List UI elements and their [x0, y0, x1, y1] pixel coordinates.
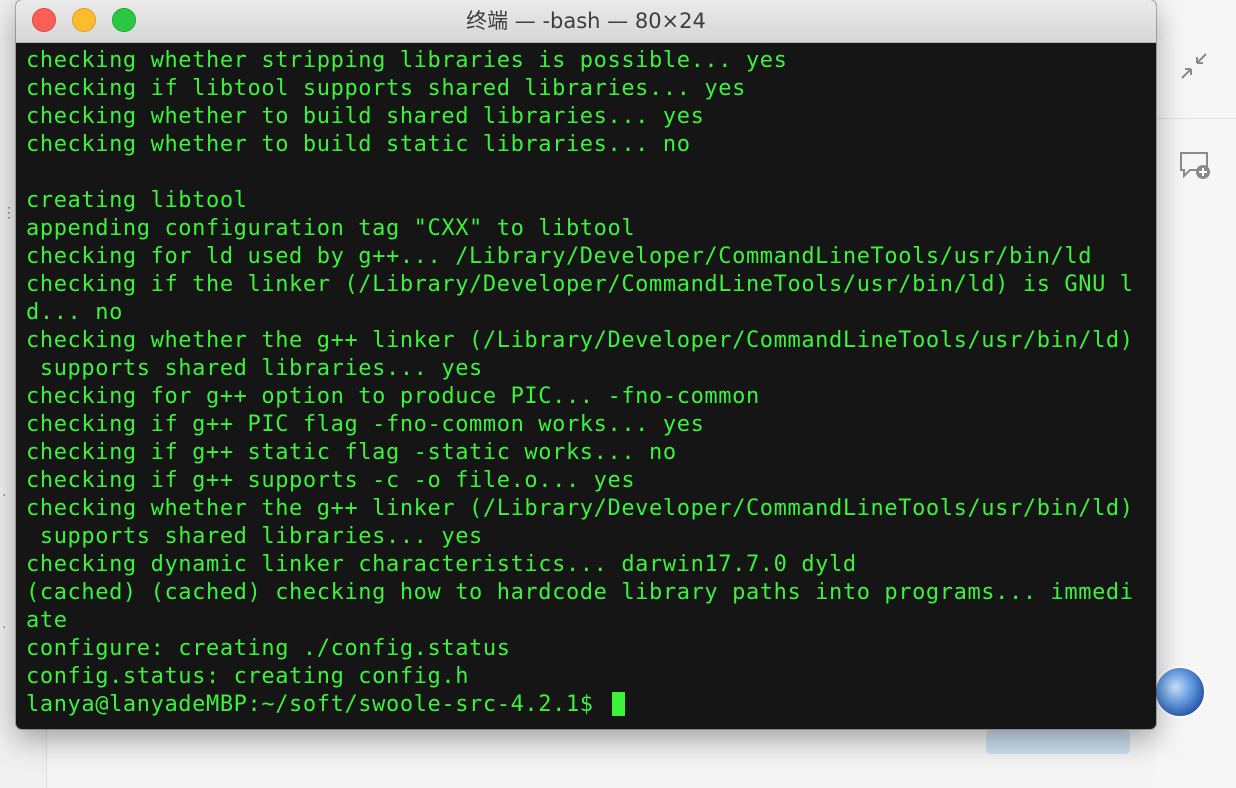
- background-button: [986, 730, 1130, 754]
- add-comment-icon[interactable]: [1178, 150, 1214, 187]
- more-dots-icon: ⋮: [2, 204, 16, 220]
- terminal-output[interactable]: checking whether stripping libraries is …: [16, 43, 1156, 719]
- shell-prompt: lanya@lanyadeMBP:~/soft/swoole-src-4.2.1…: [26, 692, 608, 717]
- window-titlebar[interactable]: 终端 — -bash — 80×24: [16, 0, 1156, 43]
- terminal-line: checking whether the g++ linker (/Librar…: [26, 328, 1134, 353]
- text-cursor: [611, 692, 625, 716]
- terminal-line: d... no: [26, 300, 123, 325]
- terminal-line: checking for g++ option to produce PIC..…: [26, 384, 760, 409]
- prompt-line[interactable]: lanya@lanyadeMBP:~/soft/swoole-src-4.2.1…: [26, 691, 1156, 719]
- terminal-line: checking if libtool supports shared libr…: [26, 76, 746, 101]
- terminal-line: (cached) (cached) checking how to hardco…: [26, 580, 1134, 605]
- terminal-line: supports shared libraries... yes: [26, 356, 483, 381]
- terminal-line: appending configuration tag "CXX" to lib…: [26, 216, 636, 241]
- user-avatar[interactable]: [1154, 666, 1206, 718]
- more-dots-icon: ·: [2, 486, 7, 502]
- terminal-line: checking if g++ supports -c -o file.o...…: [26, 468, 636, 493]
- terminal-line: checking if the linker (/Library/Develop…: [26, 272, 1134, 297]
- window-title: 终端 — -bash — 80×24: [466, 9, 706, 33]
- terminal-line: checking dynamic linker characteristics.…: [26, 552, 857, 577]
- collapse-arrows-icon[interactable]: [1178, 50, 1210, 87]
- terminal-line: checking if g++ PIC flag -fno-common wor…: [26, 412, 705, 437]
- terminal-line: checking whether to build static librari…: [26, 132, 691, 157]
- add-comment-svg: [1180, 152, 1210, 179]
- terminal-line: supports shared libraries... yes: [26, 524, 483, 549]
- background-divider: [1156, 118, 1236, 119]
- terminal-line: ate: [26, 608, 68, 633]
- terminal-line: creating libtool: [26, 188, 248, 213]
- terminal-line: checking for ld used by g++... /Library/…: [26, 244, 1093, 269]
- terminal-line: checking whether stripping libraries is …: [26, 48, 788, 73]
- terminal-window: 终端 — -bash — 80×24 checking whether stri…: [16, 0, 1156, 729]
- terminal-line: checking whether the g++ linker (/Librar…: [26, 496, 1134, 521]
- terminal-line: configure: creating ./config.status: [26, 636, 511, 661]
- terminal-line: checking if g++ static flag -static work…: [26, 440, 677, 465]
- terminal-line: checking whether to build shared librari…: [26, 104, 705, 129]
- terminal-line: config.status: creating config.h: [26, 664, 470, 689]
- collapse-arrows-svg: [1181, 53, 1207, 79]
- more-dots-icon: ·: [2, 618, 7, 634]
